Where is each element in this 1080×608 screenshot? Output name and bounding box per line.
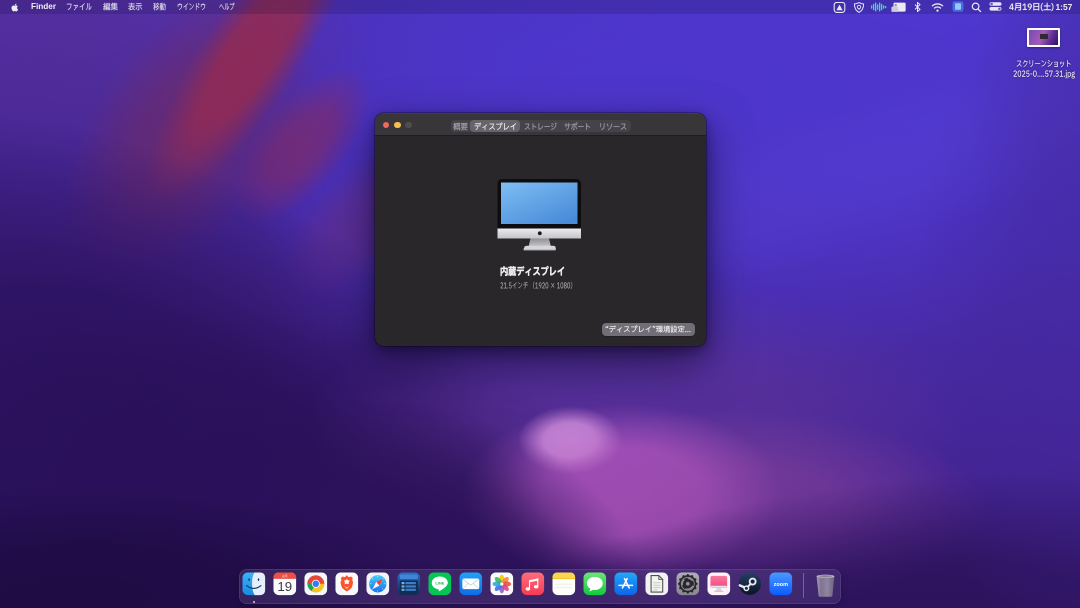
svg-text:19: 19 (278, 579, 293, 594)
svg-text:LINE: LINE (436, 581, 445, 586)
svg-text:zoom: zoom (774, 582, 788, 588)
